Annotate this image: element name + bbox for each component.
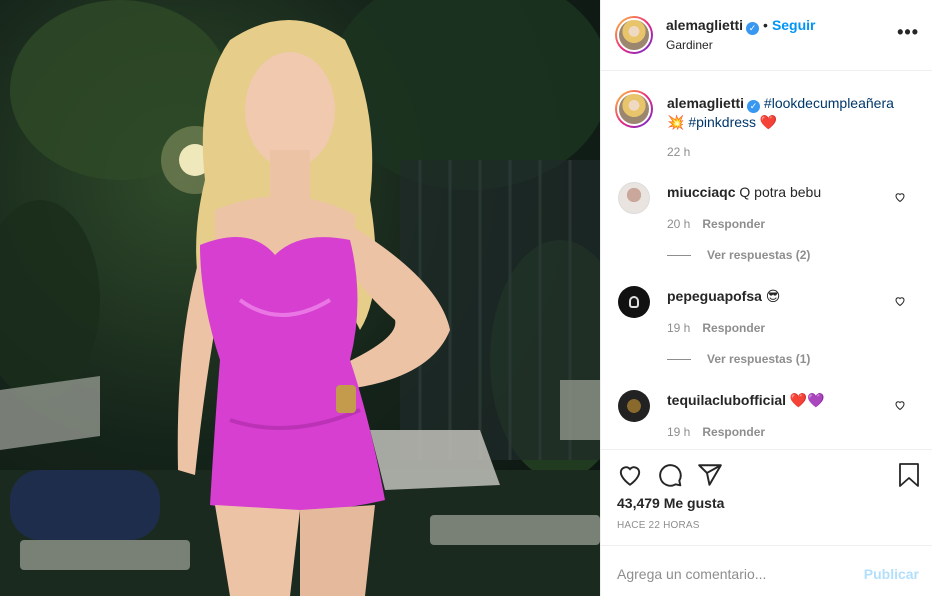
- verified-badge-icon: ✓: [746, 22, 760, 35]
- comment-username[interactable]: miucciaqc: [667, 184, 735, 200]
- heart-icon[interactable]: [617, 462, 643, 488]
- photo-illustration: [0, 0, 600, 596]
- comment-meta: 20 h Responder: [667, 215, 765, 231]
- view-replies-button[interactable]: Ver respuestas (1): [667, 352, 810, 366]
- comment-username[interactable]: tequilaclubofficial: [667, 392, 786, 408]
- comment-item: pepeguapofsa 😎: [667, 287, 887, 305]
- post-header: alemaglietti ✓ • Seguir Gardiner •••: [601, 0, 932, 71]
- commenter-avatar[interactable]: [618, 182, 650, 214]
- like-comment-heart-icon[interactable]: [894, 295, 906, 307]
- comment-item: tequilaclubofficial ❤️💜: [667, 391, 887, 409]
- view-replies-label: Ver respuestas (1): [707, 352, 811, 366]
- view-replies-button[interactable]: Ver respuestas (2): [667, 248, 810, 262]
- comment-time[interactable]: 19 h: [667, 425, 690, 439]
- hashtag-link[interactable]: #lookdecumpleañera: [764, 95, 894, 111]
- comment-time[interactable]: 20 h: [667, 217, 690, 231]
- comment-text: Q potra bebu: [739, 184, 822, 200]
- like-count[interactable]: 43,479 Me gusta: [617, 495, 724, 511]
- caption-emoji-start: 💥: [667, 114, 685, 130]
- comment-item: miucciaqc Q potra bebu: [667, 183, 887, 201]
- separator-dot: •: [763, 17, 768, 33]
- add-comment-bar: Agrega un comentario... Publicar: [601, 545, 932, 596]
- post-photo[interactable]: [0, 0, 600, 596]
- reply-button[interactable]: Responder: [702, 425, 765, 439]
- instagram-post-view: alemaglietti ✓ • Seguir Gardiner ••• alemag…: [0, 0, 932, 596]
- like-comment-heart-icon[interactable]: [894, 399, 906, 411]
- comment-username[interactable]: pepeguapofsa: [667, 288, 762, 304]
- caption-time[interactable]: 22 h: [667, 145, 690, 159]
- author-avatar[interactable]: [615, 16, 653, 54]
- replies-line: [667, 255, 691, 257]
- author-username[interactable]: alemaglietti: [666, 17, 743, 33]
- reply-button[interactable]: Responder: [702, 321, 765, 335]
- share-icon[interactable]: [697, 462, 723, 488]
- caption-username[interactable]: alemaglietti: [667, 95, 744, 111]
- comment-text: ❤️💜: [789, 392, 825, 408]
- more-options-icon[interactable]: •••: [897, 22, 919, 43]
- hashtag-link[interactable]: #pinkdress: [688, 114, 756, 130]
- comment-text: 😎: [765, 288, 781, 304]
- post-timestamp[interactable]: HACE 22 HORAS: [617, 520, 700, 531]
- bookmark-icon[interactable]: [897, 462, 921, 488]
- view-replies-label: Ver respuestas (2): [707, 248, 811, 262]
- comment-meta: 19 h Responder: [667, 319, 765, 335]
- location-link[interactable]: Gardiner: [666, 38, 713, 52]
- caption: alemaglietti ✓ #lookdecumpleañera 💥 #pink…: [667, 94, 917, 131]
- follow-button[interactable]: Seguir: [772, 17, 816, 33]
- reply-button[interactable]: Responder: [702, 217, 765, 231]
- like-comment-heart-icon[interactable]: [894, 191, 906, 203]
- commenter-avatar[interactable]: [618, 286, 650, 318]
- caption-emoji-end: ❤️: [759, 114, 778, 130]
- comment-time[interactable]: 19 h: [667, 321, 690, 335]
- author-line: alemaglietti ✓ • Seguir: [666, 17, 816, 35]
- comment-icon[interactable]: [657, 462, 683, 488]
- post-side-panel: alemaglietti ✓ • Seguir Gardiner ••• alemag…: [600, 0, 932, 596]
- caption-avatar[interactable]: [615, 90, 653, 128]
- commenter-avatar[interactable]: [618, 390, 650, 422]
- verified-badge-icon: ✓: [747, 100, 761, 113]
- publish-button[interactable]: Publicar: [864, 566, 919, 582]
- replies-line: [667, 359, 691, 361]
- comment-meta: 19 h Responder: [667, 423, 765, 439]
- comment-input[interactable]: Agrega un comentario...: [617, 566, 766, 582]
